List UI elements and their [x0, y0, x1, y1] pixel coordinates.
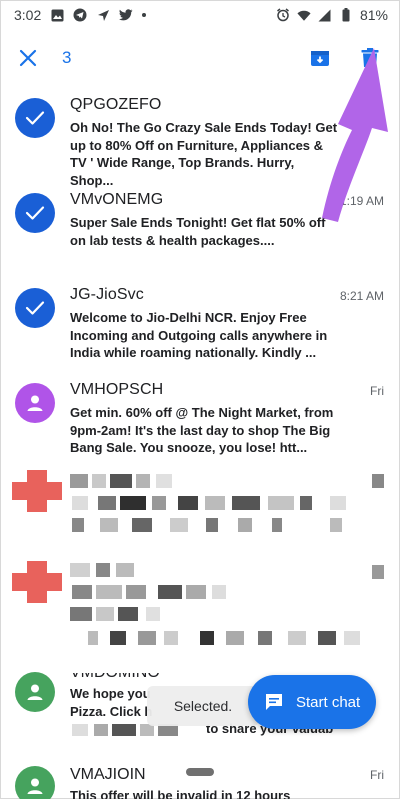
conversation-item[interactable]: VMHOPSCH Fri Get min. 60% off @ The Nigh…	[0, 371, 400, 466]
check-icon	[25, 301, 45, 315]
close-icon	[19, 49, 37, 67]
chat-icon	[266, 694, 282, 710]
conversation-snippet-line: Pizza. Click h	[70, 704, 153, 719]
image-icon	[50, 8, 64, 22]
navigation-icon	[96, 8, 110, 22]
home-gesture-pill[interactable]	[186, 768, 214, 776]
conversation-sender: VMvONEMG	[70, 191, 164, 208]
check-icon	[25, 206, 45, 220]
annotation-arrow-icon	[322, 48, 388, 222]
selected-snackbar: Selected.	[147, 686, 259, 726]
snackbar-text: Selected.	[173, 698, 233, 714]
conversation-sender: VMAJIOIN	[70, 766, 146, 783]
redacted-avatar	[12, 561, 62, 603]
conversation-time: Fri	[370, 384, 384, 398]
conversation-sender: JG-JioSvc	[70, 286, 144, 303]
battery-icon	[339, 8, 353, 22]
redacted-conversation-item[interactable]	[0, 466, 400, 561]
check-icon	[25, 111, 45, 125]
conversation-item[interactable]: JG-JioSvc 8:21 AM Welcome to Jio-Delhi N…	[0, 276, 400, 371]
redacted-conversation-item[interactable]	[0, 561, 400, 661]
alarm-icon	[276, 8, 290, 22]
signal-icon	[318, 8, 332, 22]
selected-check-avatar[interactable]	[15, 193, 55, 233]
conversation-time: Fri	[370, 768, 384, 782]
selected-count: 3	[62, 48, 72, 67]
conversation-item[interactable]: VMAJIOIN Fri This offer will be invalid …	[0, 758, 400, 799]
conversation-time: 8:21 AM	[339, 289, 384, 303]
conversation-sender: VMDOMINO	[70, 664, 160, 681]
redacted-avatar	[12, 470, 62, 512]
conversation-sender: QPGOZEFO	[70, 96, 162, 113]
selected-check-avatar[interactable]	[15, 98, 55, 138]
start-chat-label: Start chat	[296, 693, 361, 711]
close-selection-button[interactable]	[14, 44, 42, 72]
conversation-snippet-line: We hope you	[70, 686, 151, 701]
telegram-icon	[73, 8, 87, 22]
notification-dot-icon	[142, 13, 147, 17]
contact-avatar[interactable]	[15, 672, 55, 712]
conversation-snippet: Get min. 60% off @ The Night Market, fro…	[70, 405, 334, 455]
selected-check-avatar[interactable]	[15, 288, 55, 328]
wifi-icon	[297, 8, 311, 22]
status-bar: 3:02 81%	[0, 0, 400, 30]
person-icon	[27, 684, 43, 700]
twitter-icon	[119, 8, 133, 22]
conversation-snippet: Welcome to Jio-Delhi NCR. Enjoy Free Inc…	[70, 310, 328, 360]
status-time: 3:02	[14, 7, 42, 23]
person-icon	[27, 778, 43, 794]
contact-avatar[interactable]	[15, 766, 55, 799]
person-icon	[27, 395, 43, 411]
conversation-snippet-line: This offer will be invalid in 12 hours	[70, 788, 291, 799]
start-chat-button[interactable]: Start chat	[248, 675, 376, 729]
battery-percentage: 81%	[359, 7, 388, 23]
contact-avatar[interactable]	[15, 383, 55, 423]
conversation-sender: VMHOPSCH	[70, 381, 164, 398]
